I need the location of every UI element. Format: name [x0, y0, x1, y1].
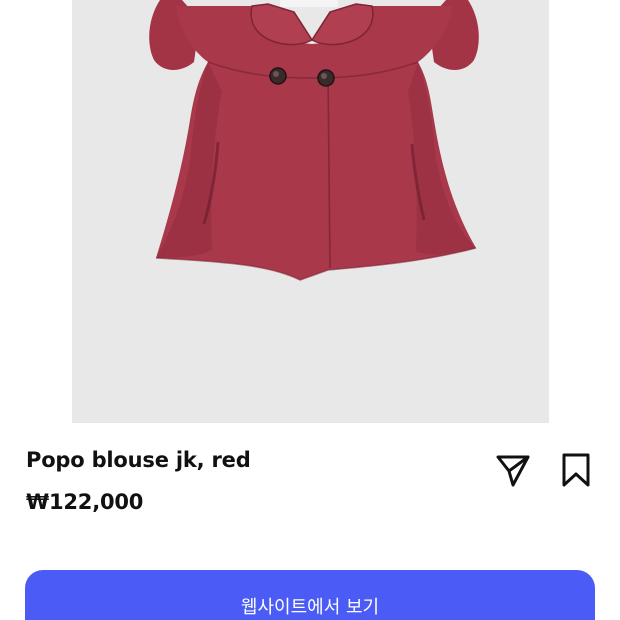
product-image[interactable]: [72, 0, 549, 423]
garment-shadow-right: [408, 62, 476, 255]
save-button[interactable]: [556, 450, 596, 490]
button-right-shine: [321, 73, 327, 79]
product-name: Popo blouse jk, red: [26, 448, 251, 472]
send-icon: [496, 455, 530, 487]
button-left-shine: [273, 71, 279, 77]
product-price: ₩122,000: [26, 490, 144, 514]
product-photo: [149, 0, 479, 281]
garment-label: [280, 0, 338, 7]
view-on-website-label: 웹사이트에서 보기: [240, 597, 380, 618]
product-detail-page: Popo blouse jk, red ₩122,000 웹사이트에서 보기: [0, 0, 620, 620]
bookmark-icon: [562, 453, 590, 487]
view-on-website-button[interactable]: 웹사이트에서 보기: [25, 570, 595, 620]
share-button[interactable]: [493, 450, 533, 490]
